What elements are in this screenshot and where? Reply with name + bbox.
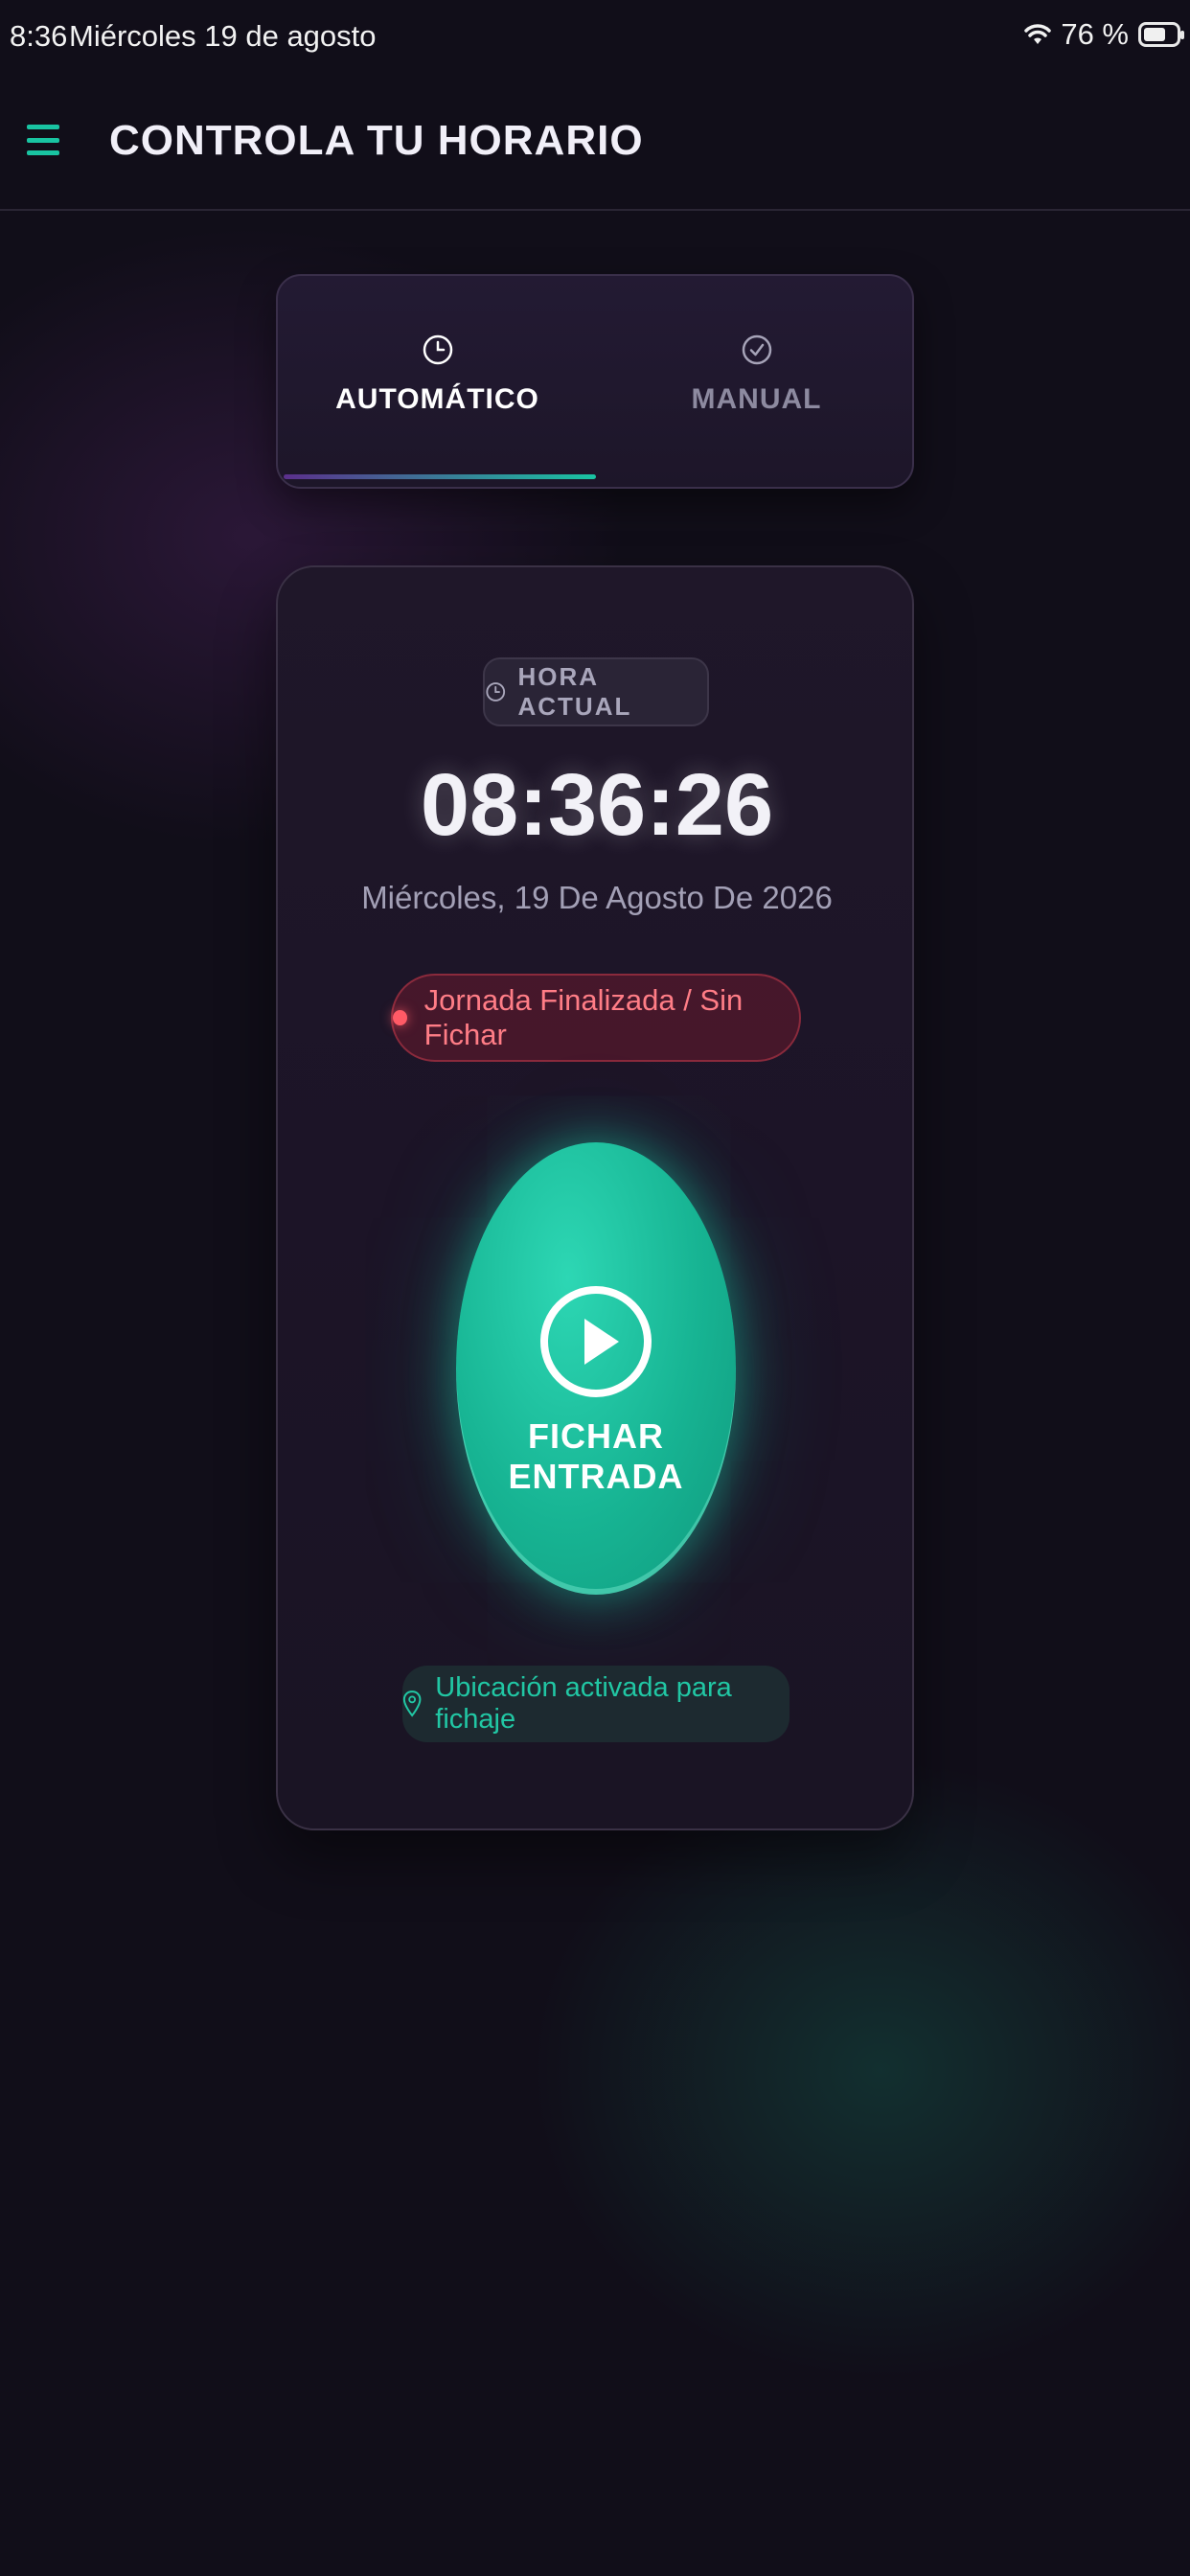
clock-in-button[interactable]: FICHAR ENTRADA <box>456 1142 736 1595</box>
tab-manual-label: MANUAL <box>691 383 822 415</box>
clock-icon <box>423 334 452 365</box>
tab-automatico[interactable]: AUTOMÁTICO <box>278 276 597 487</box>
status-text: Jornada Finalizada / Sin Fichar <box>423 983 744 1051</box>
mode-tabs: AUTOMÁTICO MANUAL <box>276 274 914 489</box>
tab-manual[interactable]: MANUAL <box>597 276 912 487</box>
battery-percent: 76 % <box>1061 17 1129 51</box>
tab-active-indicator <box>284 474 596 479</box>
location-text: Ubicación activada para fichaje <box>435 1672 732 1735</box>
location-pin-icon <box>402 1690 422 1717</box>
status-dot-icon <box>393 1010 407 1025</box>
app-bar: CONTROLA TU HORARIO <box>0 86 1190 211</box>
tab-automatico-label: AUTOMÁTICO <box>335 383 539 415</box>
current-time-chip: HORA ACTUAL <box>483 657 709 726</box>
status-indicators: 76 % <box>1024 17 1184 52</box>
current-time-label: HORA ACTUAL <box>517 662 632 721</box>
current-time: 08:36:26 <box>420 756 774 854</box>
wifi-icon <box>1024 24 1052 44</box>
status-time: 8:36 <box>10 19 68 53</box>
current-date: Miércoles, 19 De Agosto De 2026 <box>361 880 833 915</box>
location-status: Ubicación activada para fichaje <box>402 1666 790 1742</box>
status-badge: Jornada Finalizada / Sin Fichar <box>391 974 801 1062</box>
play-icon <box>540 1286 652 1397</box>
clock-card: HORA ACTUAL 08:36:26 Miércoles, 19 De Ag… <box>276 565 914 1830</box>
status-bar: 8:36 Miércoles 19 de agosto 76 % <box>0 0 1190 77</box>
status-date: Miércoles 19 de agosto <box>69 19 377 53</box>
battery-icon <box>1138 22 1184 47</box>
check-circle-icon <box>742 334 771 365</box>
clock-in-label: FICHAR ENTRADA <box>508 1416 684 1496</box>
page-title: CONTROLA TU HORARIO <box>109 117 644 164</box>
hamburger-menu-icon[interactable] <box>27 125 59 155</box>
clock-icon <box>486 682 506 702</box>
